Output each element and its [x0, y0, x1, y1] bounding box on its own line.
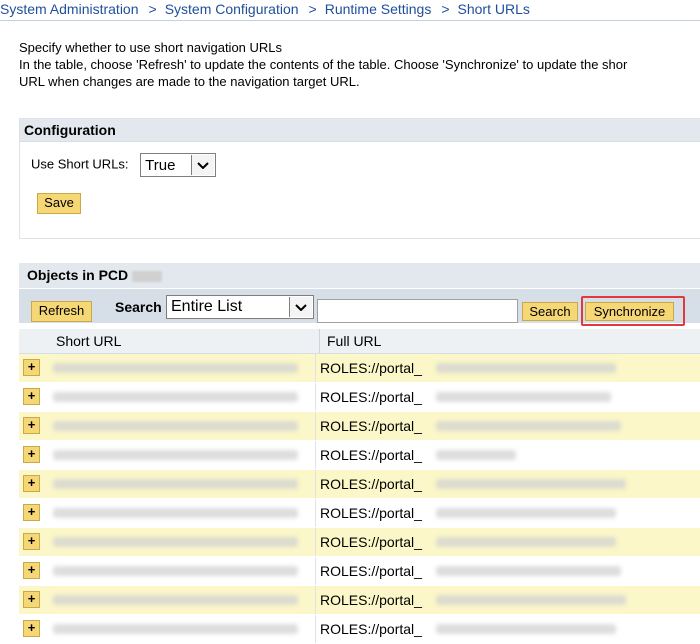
table-row[interactable]: + ROLES://portal_	[19, 586, 700, 615]
full-url-text: ROLES://portal_	[320, 534, 422, 550]
full-url-cell: ROLES://portal_	[315, 412, 700, 440]
expand-row-button[interactable]: +	[23, 359, 40, 376]
redacted-short-url	[53, 537, 298, 547]
breadcrumb: System Administration > System Configurati…	[0, 0, 700, 20]
search-scope-value: Entire List	[171, 298, 243, 315]
objects-toolbar: Refresh Search Entire List Search Synchr…	[19, 289, 700, 326]
redacted-text	[132, 270, 163, 282]
save-button[interactable]: Save	[37, 193, 81, 214]
redacted-full-url	[436, 566, 621, 576]
refresh-button[interactable]: Refresh	[31, 301, 92, 322]
objects-group: Objects in PCD Refresh Search Entire Lis…	[19, 263, 700, 644]
redacted-short-url	[53, 392, 298, 402]
redacted-short-url	[53, 595, 298, 605]
chevron-down-icon[interactable]	[289, 297, 312, 317]
expand-row-button[interactable]: +	[23, 475, 40, 492]
expand-row-button[interactable]: +	[23, 562, 40, 579]
redacted-full-url	[436, 624, 616, 634]
table-row[interactable]: + ROLES://portal_	[19, 354, 700, 383]
full-url-cell: ROLES://portal_	[315, 586, 700, 614]
search-scope-select[interactable]: Entire List	[166, 295, 314, 319]
search-button[interactable]: Search	[522, 302, 578, 321]
description-line: In the table, choose 'Refresh' to update…	[19, 57, 628, 72]
full-url-text: ROLES://portal_	[320, 621, 422, 637]
table-row[interactable]: + ROLES://portal_	[19, 557, 700, 586]
expand-row-button[interactable]: +	[23, 620, 40, 637]
expand-row-button[interactable]: +	[23, 388, 40, 405]
full-url-text: ROLES://portal_	[320, 418, 422, 434]
synchronize-highlight	[581, 296, 685, 326]
breadcrumb-short-urls[interactable]: Short URLs	[458, 0, 530, 18]
column-header-full-url: Full URL	[319, 329, 700, 353]
page-description: Specify whether to use short navigation …	[19, 39, 700, 90]
breadcrumb-system-configuration[interactable]: System Configuration	[165, 0, 299, 18]
redacted-short-url	[53, 624, 298, 634]
full-url-cell: ROLES://portal_	[315, 383, 700, 411]
description-line: URL when changes are made to the navigat…	[19, 74, 360, 89]
expand-row-button[interactable]: +	[23, 591, 40, 608]
expand-row-button[interactable]: +	[23, 533, 40, 550]
redacted-full-url	[436, 450, 516, 460]
full-url-text: ROLES://portal_	[320, 563, 422, 579]
breadcrumb-separator: >	[148, 1, 157, 17]
use-short-urls-row: Use Short URLs: True	[31, 153, 217, 177]
column-header-short-url: Short URL	[56, 333, 122, 349]
full-url-cell: ROLES://portal_	[315, 615, 700, 643]
redacted-full-url	[436, 363, 616, 373]
objects-table-body: + ROLES://portal_ + ROLES://portal_ + ROLES:/…	[19, 354, 700, 644]
use-short-urls-value: True	[145, 157, 176, 174]
objects-title-bar: Objects in PCD	[19, 263, 700, 288]
description-line: Specify whether to use short navigation …	[19, 40, 283, 55]
table-row[interactable]: + ROLES://portal_	[19, 528, 700, 557]
chevron-down-icon[interactable]	[191, 155, 215, 175]
table-row[interactable]: + ROLES://portal_	[19, 441, 700, 470]
redacted-full-url	[436, 595, 626, 605]
redacted-short-url	[53, 363, 298, 373]
full-url-text: ROLES://portal_	[320, 360, 422, 376]
expand-row-button[interactable]: +	[23, 446, 40, 463]
redacted-full-url	[436, 392, 611, 402]
use-short-urls-label: Use Short URLs:	[31, 156, 129, 172]
use-short-urls-select[interactable]: True	[140, 153, 217, 177]
configuration-group: Configuration Use Short URLs: True Save	[19, 118, 700, 239]
table-row[interactable]: + ROLES://portal_	[19, 412, 700, 441]
full-url-cell: ROLES://portal_	[315, 470, 700, 498]
breadcrumb-separator: >	[441, 1, 450, 17]
redacted-full-url	[436, 537, 616, 547]
redacted-short-url	[53, 421, 298, 431]
full-url-cell: ROLES://portal_	[315, 557, 700, 585]
full-url-cell: ROLES://portal_	[315, 354, 700, 382]
expand-row-button[interactable]: +	[23, 504, 40, 521]
redacted-short-url	[53, 479, 298, 489]
breadcrumb-runtime-settings[interactable]: Runtime Settings	[325, 0, 432, 18]
search-label: Search	[115, 299, 162, 315]
redacted-full-url	[436, 421, 621, 431]
redacted-short-url	[53, 566, 298, 576]
redacted-full-url	[436, 508, 616, 518]
objects-title: Objects in PCD	[27, 267, 129, 283]
redacted-short-url	[53, 450, 298, 460]
breadcrumb-divider	[0, 20, 700, 21]
table-row[interactable]: + ROLES://portal_	[19, 470, 700, 499]
table-header: Short URL Full URL	[19, 329, 700, 354]
redacted-full-url	[436, 479, 626, 489]
full-url-text: ROLES://portal_	[320, 389, 422, 405]
breadcrumb-separator: >	[308, 1, 317, 17]
search-input[interactable]	[317, 299, 518, 323]
expand-row-button[interactable]: +	[23, 417, 40, 434]
full-url-text: ROLES://portal_	[320, 592, 422, 608]
table-row[interactable]: + ROLES://portal_	[19, 383, 700, 412]
full-url-text: ROLES://portal_	[320, 447, 422, 463]
configuration-title: Configuration	[20, 119, 700, 142]
table-row[interactable]: + ROLES://portal_	[19, 499, 700, 528]
full-url-text: ROLES://portal_	[320, 476, 422, 492]
breadcrumb-system-administration[interactable]: System Administration	[0, 0, 139, 18]
redacted-short-url	[53, 508, 298, 518]
full-url-cell: ROLES://portal_	[315, 528, 700, 556]
full-url-text: ROLES://portal_	[320, 505, 422, 521]
full-url-cell: ROLES://portal_	[315, 499, 700, 527]
full-url-cell: ROLES://portal_	[315, 441, 700, 469]
